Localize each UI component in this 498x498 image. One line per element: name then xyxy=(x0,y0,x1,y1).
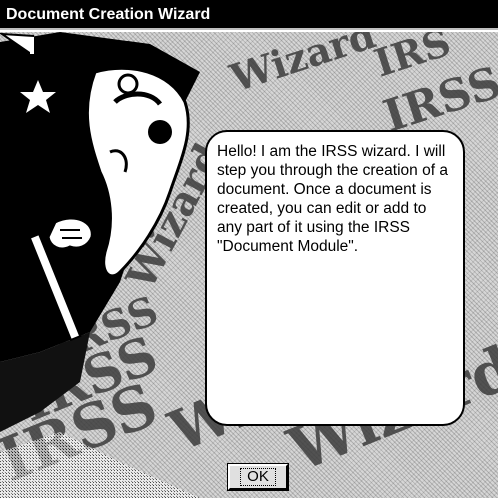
wizard-window: Document Creation Wizard Wizard IRS IRSS… xyxy=(0,0,498,498)
ok-button[interactable]: OK xyxy=(227,463,289,491)
wizard-message: Hello! I am the IRSS wizard. I will step… xyxy=(217,143,448,255)
wizard-nose xyxy=(148,120,172,144)
wizard-hand xyxy=(46,216,94,251)
ok-button-label: OK xyxy=(240,468,276,486)
wizard-illustration: Wizard IRS IRSS Wizard IRSS IRSS IRSS Wi… xyxy=(0,32,498,498)
title-bar: Document Creation Wizard xyxy=(0,0,498,30)
background-word: Wizard xyxy=(224,32,381,101)
window-title: Document Creation Wizard xyxy=(6,6,211,23)
speech-bubble: Hello! I am the IRSS wizard. I will step… xyxy=(205,130,465,426)
speech-bubble-pointer xyxy=(0,32,34,58)
wizard-eye xyxy=(117,73,139,95)
